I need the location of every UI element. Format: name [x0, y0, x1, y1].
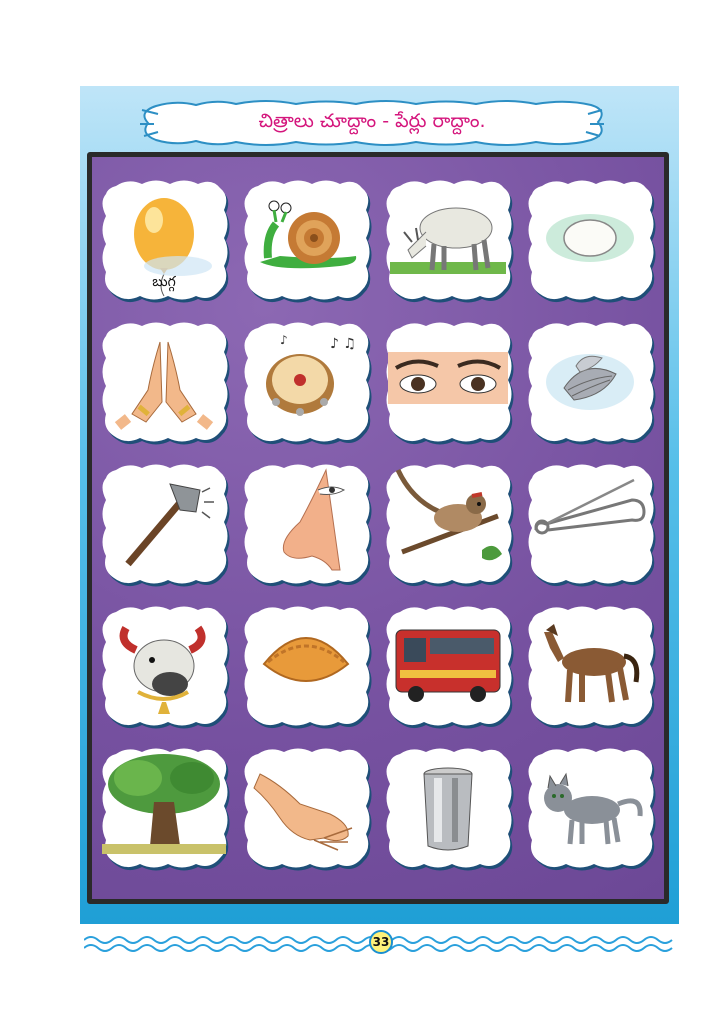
picture-card	[382, 318, 514, 446]
picture-card: బుగ్గ	[98, 176, 230, 304]
snail-icon	[260, 200, 357, 269]
cow-head-icon	[119, 625, 206, 714]
horse-icon	[544, 624, 640, 703]
picture-card	[240, 744, 372, 872]
sparrow-icon	[395, 468, 502, 561]
nose-icon	[282, 468, 346, 571]
steel-tumbler-icon	[423, 767, 473, 851]
picture-card	[98, 744, 230, 872]
picture-card	[524, 602, 656, 730]
picture-card	[240, 176, 372, 304]
picture-card	[382, 602, 514, 730]
egg-icon	[546, 214, 634, 262]
bus-icon	[395, 629, 501, 702]
picture-card	[524, 176, 656, 304]
picture-card: ♪ ♫ ♪	[240, 318, 372, 446]
axe-icon	[125, 483, 214, 567]
picture-card	[524, 460, 656, 588]
tree-icon	[102, 754, 226, 854]
namaste-hands-icon	[114, 341, 214, 430]
hand-icon	[253, 773, 353, 851]
eyes-icon	[388, 352, 508, 404]
picture-card	[382, 460, 514, 588]
safety-pin-icon	[534, 478, 646, 535]
svg-text:♪: ♪	[280, 333, 288, 347]
title-banner: చిత్రాలు చూద్దాం - పేర్లు రాద్దాం.	[136, 98, 608, 148]
picture-card	[382, 744, 514, 872]
picture-card	[524, 318, 656, 446]
picture-card	[524, 744, 656, 872]
picture-card	[240, 602, 372, 730]
picture-card	[98, 602, 230, 730]
kajjikaya-sweet-icon	[262, 637, 350, 682]
picture-card	[98, 318, 230, 446]
page-title: చిత్రాలు చూద్దాం - పేర్లు రాద్దాం.	[258, 109, 486, 132]
cat-icon	[544, 772, 643, 845]
svg-text:♪ ♫: ♪ ♫	[330, 336, 356, 352]
tambourine-icon: ♪ ♫ ♪	[266, 333, 356, 416]
page-number: 33	[369, 930, 393, 954]
card-label: బుగ్గ	[152, 274, 176, 290]
picture-card	[240, 460, 372, 588]
ox-grazing-icon	[390, 207, 506, 274]
picture-card	[382, 176, 514, 304]
oyster-shell-icon	[546, 354, 634, 410]
picture-card	[98, 460, 230, 588]
